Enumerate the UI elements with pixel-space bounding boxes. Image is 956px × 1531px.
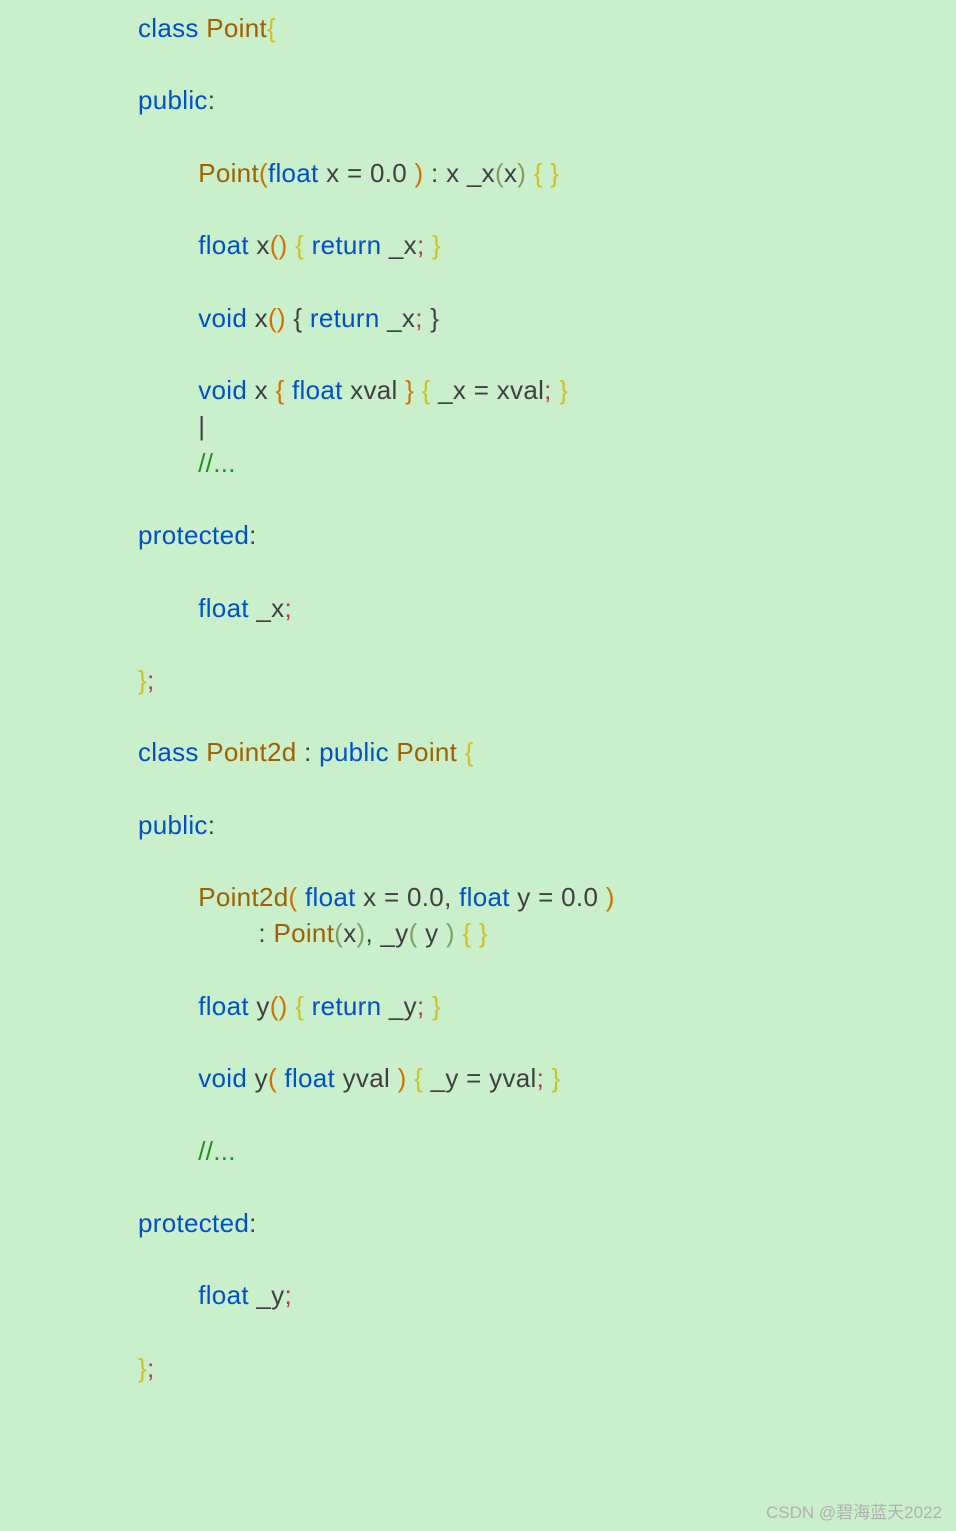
text-cursor: | — [198, 411, 205, 441]
blank-line — [138, 336, 956, 372]
blank-line — [138, 1097, 956, 1133]
blank-line — [138, 1241, 956, 1277]
watermark-text: CSDN @碧海蓝天2022 — [766, 1498, 942, 1523]
ctor-name: Point — [198, 158, 259, 188]
colon: : — [208, 85, 216, 115]
blank-line — [138, 1024, 956, 1060]
class-name: Point — [199, 13, 267, 43]
line-ctor-init: : Point(x), _y( y ) { } — [138, 915, 956, 951]
blank-line — [138, 191, 956, 227]
line-void-y: void y( float yval ) { _y = yval; } — [138, 1060, 956, 1096]
line-close-class2: }; — [138, 1350, 956, 1386]
blank-line — [138, 264, 956, 300]
line-protected: protected: — [138, 517, 956, 553]
line-class-point: class Point{ — [138, 10, 956, 46]
keyword-public: public — [138, 85, 208, 115]
line-float-y: float y() { return _y; } — [138, 988, 956, 1024]
line-float-x: float x() { return _x; } — [138, 227, 956, 263]
line-ctor-point2d: Point2d( float x = 0.0, float y = 0.0 ) — [138, 879, 956, 915]
brace-open: { — [267, 13, 276, 43]
blank-line — [138, 843, 956, 879]
blank-line — [138, 698, 956, 734]
keyword-class: class — [138, 13, 199, 43]
blank-line — [138, 481, 956, 517]
line-ctor-point: Point(float x = 0.0 ) : x _x(x) { } — [138, 155, 956, 191]
blank-line — [138, 771, 956, 807]
line-comment2: //... — [138, 1133, 956, 1169]
blank-line — [138, 1169, 956, 1205]
line-member-x: float _x; — [138, 590, 956, 626]
line-member-y: float _y; — [138, 1277, 956, 1313]
blank-line — [138, 952, 956, 988]
type-float: float — [268, 158, 319, 188]
paren: ( — [259, 158, 268, 188]
line-void-x1: void x() { return _x; } — [138, 300, 956, 336]
blank-line — [138, 626, 956, 662]
line-close-class: }; — [138, 662, 956, 698]
blank-line — [138, 1314, 956, 1350]
line-public2: public: — [138, 807, 956, 843]
cursor-line: | — [138, 408, 956, 444]
line-void-x2: void x { float xval } { _x = xval; } — [138, 372, 956, 408]
line-protected2: protected: — [138, 1205, 956, 1241]
blank-line — [138, 554, 956, 590]
line-public: public: — [138, 82, 956, 118]
param-x: x — [319, 158, 347, 188]
code-block: class Point{ public: Point(float x = 0.0… — [0, 0, 956, 1386]
blank-line — [138, 119, 956, 155]
line-comment: //... — [138, 445, 956, 481]
line-class-point2d: class Point2d : public Point { — [138, 734, 956, 770]
blank-line — [138, 46, 956, 82]
